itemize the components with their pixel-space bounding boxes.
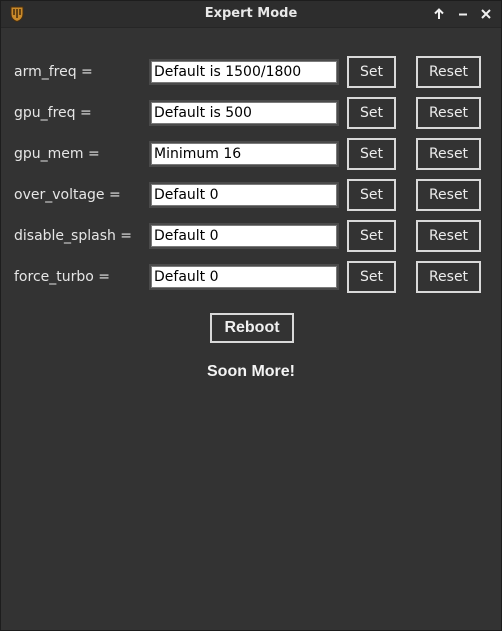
- over-voltage-set-button[interactable]: Set: [347, 179, 396, 211]
- force-turbo-set-button[interactable]: Set: [347, 261, 396, 293]
- setting-label: disable_splash =: [14, 228, 133, 244]
- arm-freq-reset-button[interactable]: Reset: [416, 56, 481, 88]
- title-bar[interactable]: Expert Mode: [1, 1, 501, 28]
- setting-label: gpu_mem =: [14, 146, 100, 162]
- over-voltage-reset-button[interactable]: Reset: [416, 179, 481, 211]
- arm-freq-input[interactable]: [149, 59, 339, 85]
- over-voltage-input[interactable]: [149, 182, 339, 208]
- expert-mode-window: Expert Mode arm_freq = Set Reset gpu_fre…: [0, 0, 502, 631]
- force-turbo-reset-button[interactable]: Reset: [416, 261, 481, 293]
- setting-row-force-turbo: force_turbo = Set Reset: [1, 261, 501, 293]
- force-turbo-input[interactable]: [149, 264, 339, 290]
- reboot-button[interactable]: Reboot: [210, 313, 294, 343]
- setting-label: over_voltage =: [14, 187, 121, 203]
- disable-splash-set-button[interactable]: Set: [347, 220, 396, 252]
- gpu-freq-input[interactable]: [149, 100, 339, 126]
- setting-row-gpu-mem: gpu_mem = Set Reset: [1, 138, 501, 170]
- footer-message: Soon More!: [207, 363, 295, 380]
- disable-splash-input[interactable]: [149, 223, 339, 249]
- setting-label: arm_freq =: [14, 64, 93, 80]
- setting-row-gpu-freq: gpu_freq = Set Reset: [1, 97, 501, 129]
- arrow-up-icon[interactable]: [430, 5, 448, 23]
- window-title: Expert Mode: [204, 6, 298, 21]
- gpu-freq-set-button[interactable]: Set: [347, 97, 396, 129]
- gpu-freq-reset-button[interactable]: Reset: [416, 97, 481, 129]
- gpu-mem-set-button[interactable]: Set: [347, 138, 396, 170]
- gpu-mem-input[interactable]: [149, 141, 339, 167]
- arm-freq-set-button[interactable]: Set: [347, 56, 396, 88]
- minus-icon[interactable]: [454, 5, 472, 23]
- setting-row-disable-splash: disable_splash = Set Reset: [1, 220, 501, 252]
- setting-label: force_turbo =: [14, 269, 111, 285]
- setting-row-arm-freq: arm_freq = Set Reset: [1, 56, 501, 88]
- setting-label: gpu_freq =: [14, 105, 92, 121]
- setting-row-over-voltage: over_voltage = Set Reset: [1, 179, 501, 211]
- gpu-mem-reset-button[interactable]: Reset: [416, 138, 481, 170]
- close-icon[interactable]: [477, 5, 495, 23]
- disable-splash-reset-button[interactable]: Reset: [416, 220, 481, 252]
